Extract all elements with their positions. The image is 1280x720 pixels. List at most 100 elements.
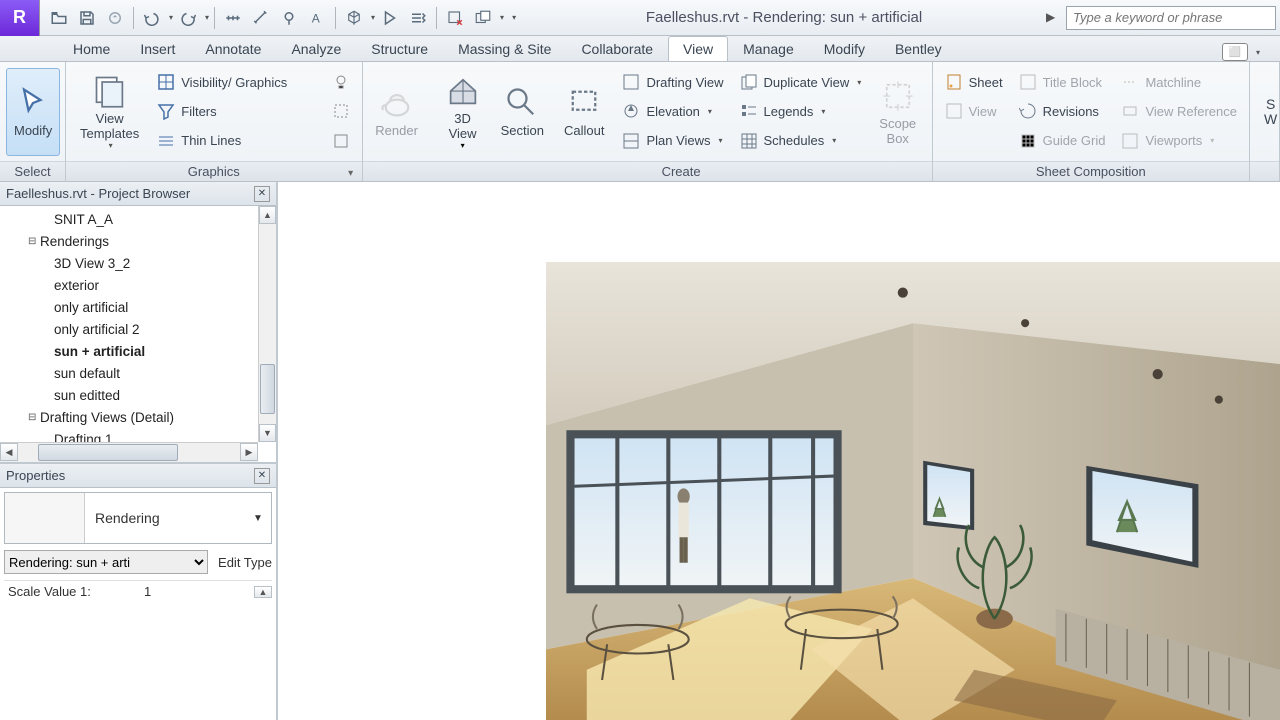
revisions-button[interactable]: Revisions — [1013, 97, 1112, 125]
filter-icon — [157, 102, 175, 120]
left-dock: Faelleshus.rvt - Project Browser ✕ SNIT … — [0, 182, 278, 720]
tree-item[interactable]: exterior — [0, 274, 276, 296]
tree-item[interactable]: only artificial — [0, 296, 276, 318]
tree-item[interactable]: only artificial 2 — [0, 318, 276, 340]
close-inactive-button[interactable] — [442, 5, 468, 31]
project-browser-tree[interactable]: SNIT A_A ⊟Renderings 3D View 3_2 exterio… — [0, 206, 276, 462]
teapot-icon — [379, 85, 415, 121]
house-3d-icon — [445, 73, 481, 109]
instance-filter-select[interactable]: Rendering: sun + arti — [4, 550, 208, 574]
cut-profile-button[interactable] — [326, 127, 356, 155]
redo-dropdown[interactable]: ▾ — [205, 13, 209, 22]
tab-modify[interactable]: Modify — [809, 36, 880, 61]
collapse-icon[interactable]: ⊟ — [28, 236, 40, 247]
tab-structure[interactable]: Structure — [356, 36, 443, 61]
tab-manage[interactable]: Manage — [728, 36, 809, 61]
tree-category-renderings[interactable]: ⊟Renderings — [0, 230, 276, 252]
more-button[interactable]: SW — [1256, 68, 1280, 156]
chevron-down-icon[interactable]: ▼ — [253, 513, 271, 524]
tag-button[interactable] — [276, 5, 302, 31]
visibility-graphics-button[interactable]: Visibility/ Graphics — [151, 68, 293, 96]
parameter-row[interactable]: Scale Value 1: 1 ▲ — [4, 580, 272, 602]
ribbon: Modify Select View Templates ▾ Visibilit… — [0, 62, 1280, 182]
sync-review-button[interactable] — [377, 5, 403, 31]
close-icon[interactable]: ✕ — [254, 468, 270, 484]
scroll-up-button[interactable]: ▲ — [254, 586, 272, 598]
drafting-view-button[interactable]: Drafting View — [616, 68, 729, 96]
scroll-down-button[interactable]: ▼ — [259, 424, 276, 442]
sync-button[interactable] — [102, 5, 128, 31]
tree-category-drafting[interactable]: ⊟Drafting Views (Detail) — [0, 406, 276, 428]
save-button[interactable] — [74, 5, 100, 31]
tree-item-active[interactable]: sun + artificial — [0, 340, 276, 362]
show-hidden-button[interactable] — [326, 68, 356, 96]
callout-button[interactable]: Callout — [556, 68, 612, 156]
worksharing-display-dropdown[interactable]: ▾ — [1256, 48, 1260, 57]
worksharing-display-button[interactable]: ⬜ — [1222, 43, 1248, 61]
align-dim-button[interactable] — [248, 5, 274, 31]
schedules-button[interactable]: Schedules▾ — [734, 127, 868, 155]
horizontal-scrollbar[interactable]: ◀ ▶ — [0, 442, 258, 462]
chevron-down-icon: ▾ — [109, 141, 113, 150]
rendered-image — [546, 262, 1280, 720]
app-menu-button[interactable]: R — [0, 0, 40, 36]
remove-hidden-button[interactable] — [326, 97, 356, 125]
default-view-button[interactable] — [341, 5, 367, 31]
tree-item[interactable]: SNIT A_A — [0, 208, 276, 230]
scroll-up-button[interactable]: ▲ — [259, 206, 276, 224]
tree-item[interactable]: sun default — [0, 362, 276, 384]
scroll-thumb[interactable] — [260, 364, 275, 414]
close-icon[interactable]: ✕ — [254, 186, 270, 202]
project-browser-header[interactable]: Faelleshus.rvt - Project Browser ✕ — [0, 182, 276, 206]
collapse-icon[interactable]: ⊟ — [28, 412, 40, 423]
edit-type-button[interactable]: Edit Type — [214, 555, 272, 570]
thin-lines-button[interactable]: Thin Lines — [151, 127, 293, 155]
switch-windows-dropdown[interactable]: ▾ — [500, 13, 504, 22]
panel-launcher-icon[interactable]: ▾ — [344, 164, 358, 178]
infocenter-expand-icon[interactable]: ▶ — [1046, 10, 1062, 26]
view-templates-button[interactable]: View Templates ▾ — [72, 68, 147, 156]
filters-button[interactable]: Filters — [151, 97, 293, 125]
drawing-area[interactable] — [278, 182, 1280, 720]
tab-view[interactable]: View — [668, 36, 728, 61]
scroll-left-button[interactable]: ◀ — [0, 443, 18, 461]
text-button[interactable]: A — [304, 5, 330, 31]
plan-views-button[interactable]: Plan Views▾ — [616, 127, 729, 155]
panel-sheetcomp-title: Sheet Composition — [933, 161, 1249, 181]
tab-analyze[interactable]: Analyze — [276, 36, 356, 61]
properties-header[interactable]: Properties ✕ — [0, 464, 276, 488]
help-search-input[interactable] — [1066, 6, 1276, 30]
undo-dropdown[interactable]: ▾ — [169, 13, 173, 22]
qat-customize-dropdown[interactable]: ▾ — [512, 13, 516, 22]
scroll-right-button[interactable]: ▶ — [240, 443, 258, 461]
duplicate-view-button[interactable]: Duplicate View▾ — [734, 68, 868, 96]
vertical-scrollbar[interactable]: ▲ ▼ — [258, 206, 276, 442]
default-view-dropdown[interactable]: ▾ — [371, 13, 375, 22]
switch-windows-button[interactable] — [470, 5, 496, 31]
parameter-value[interactable]: 1 — [144, 584, 254, 599]
section-button[interactable]: Section — [493, 68, 552, 156]
measure-button[interactable] — [220, 5, 246, 31]
elevation-button[interactable]: Elevation▾ — [616, 97, 729, 125]
tab-bentley[interactable]: Bentley — [880, 36, 957, 61]
manage-links-button[interactable] — [405, 5, 431, 31]
modify-button[interactable]: Modify — [6, 68, 60, 156]
tab-annotate[interactable]: Annotate — [190, 36, 276, 61]
tab-home[interactable]: Home — [58, 36, 125, 61]
tab-insert[interactable]: Insert — [125, 36, 190, 61]
scroll-track[interactable] — [259, 224, 276, 424]
tree-item[interactable]: 3D View 3_2 — [0, 252, 276, 274]
open-button[interactable] — [46, 5, 72, 31]
tab-collaborate[interactable]: Collaborate — [566, 36, 668, 61]
panel-select-title: Select — [0, 161, 65, 181]
3d-view-button[interactable]: 3D View ▾ — [437, 68, 489, 156]
undo-button[interactable] — [139, 5, 165, 31]
panel-render: Render — [363, 62, 431, 181]
type-selector[interactable]: Rendering ▼ — [4, 492, 272, 544]
tab-massing-site[interactable]: Massing & Site — [443, 36, 566, 61]
scroll-thumb[interactable] — [38, 444, 178, 461]
redo-button[interactable] — [175, 5, 201, 31]
legends-button[interactable]: Legends▾ — [734, 97, 868, 125]
tree-item[interactable]: sun editted — [0, 384, 276, 406]
sheet-button[interactable]: Sheet — [939, 68, 1009, 96]
